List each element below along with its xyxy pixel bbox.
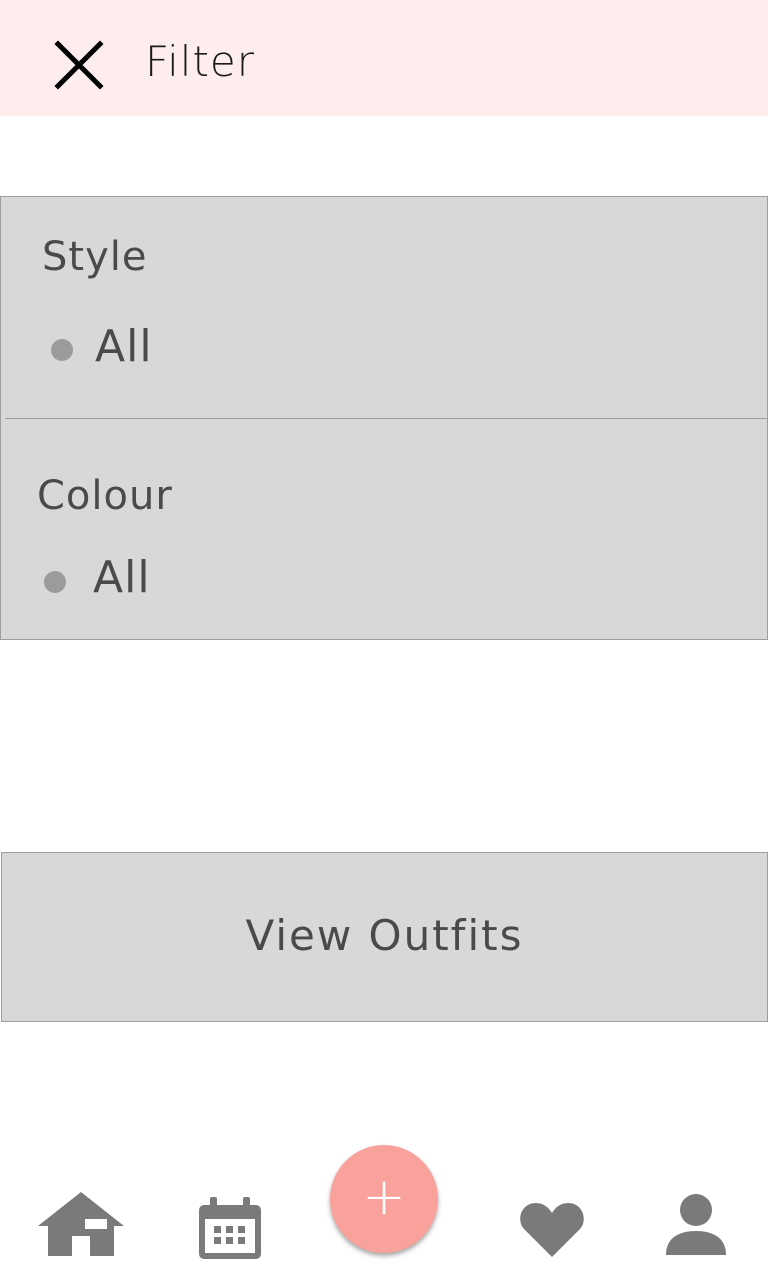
- style-option-label: All: [95, 321, 153, 372]
- style-option-all[interactable]: All: [51, 322, 171, 372]
- colour-section-title: Colour: [37, 473, 173, 519]
- nav-profile[interactable]: [666, 1193, 726, 1257]
- filter-panel: Style All Colour All: [0, 196, 768, 640]
- style-section-title: Style: [42, 234, 148, 280]
- view-outfits-label: View Outfits: [245, 911, 524, 960]
- add-button[interactable]: +: [330, 1145, 438, 1253]
- close-icon: [54, 40, 104, 90]
- user-icon: [666, 1194, 726, 1255]
- top-app-bar: Filter: [0, 0, 768, 116]
- heart-icon: [520, 1203, 584, 1257]
- add-icon: +: [362, 1167, 406, 1227]
- radio-dot-icon: [44, 571, 66, 593]
- nav-calendar[interactable]: [197, 1197, 263, 1261]
- filter-screen: Filter Style All Colour All View Outfits: [0, 0, 768, 1280]
- nav-home[interactable]: [38, 1190, 124, 1258]
- home-icon: [38, 1192, 124, 1256]
- page-title: Filter: [145, 37, 256, 86]
- close-button[interactable]: [52, 38, 106, 92]
- radio-dot-icon: [51, 339, 73, 361]
- calendar-icon: [199, 1197, 261, 1259]
- section-divider: [5, 418, 767, 419]
- nav-favorites[interactable]: [519, 1201, 585, 1257]
- colour-option-all[interactable]: All: [44, 553, 164, 603]
- view-outfits-button[interactable]: View Outfits: [1, 852, 768, 1022]
- colour-option-label: All: [93, 552, 151, 603]
